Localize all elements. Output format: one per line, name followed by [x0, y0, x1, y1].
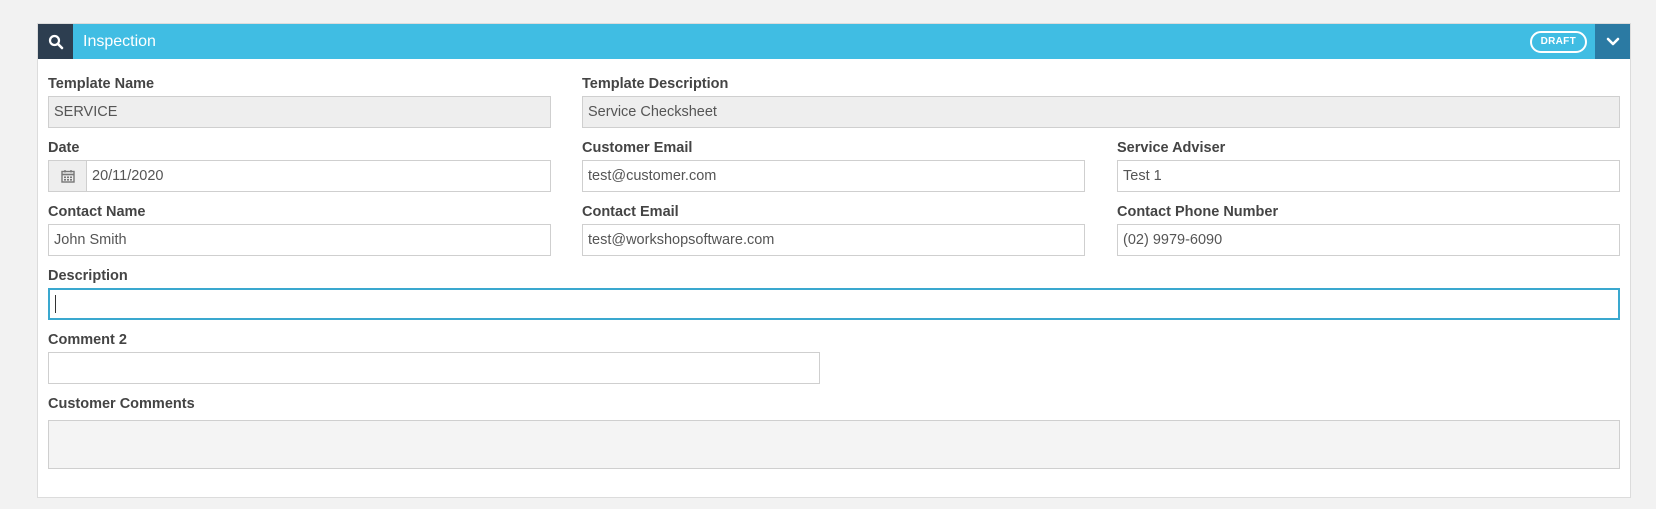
template-name-label: Template Name	[48, 76, 155, 92]
inspection-panel: Inspection DRAFT Template Name SERVICE T…	[37, 23, 1631, 498]
contact-name-label: Contact Name	[48, 204, 146, 220]
contact-email-label: Contact Email	[582, 204, 679, 220]
status-badge: DRAFT	[1529, 31, 1587, 53]
contact-phone-label: Contact Phone Number	[1117, 204, 1279, 220]
customer-comments-textarea[interactable]	[48, 420, 1620, 469]
template-name-field[interactable]: SERVICE	[48, 96, 551, 128]
comment-2-input[interactable]	[48, 352, 820, 384]
chevron-down-icon	[1606, 37, 1619, 45]
panel-header: Inspection DRAFT	[38, 24, 1630, 59]
template-description-label: Template Description	[582, 76, 729, 92]
date-input[interactable]: 20/11/2020	[86, 160, 551, 192]
description-input[interactable]	[48, 288, 1620, 320]
calendar-icon	[60, 170, 75, 183]
panel-title: Inspection	[83, 33, 156, 50]
contact-phone-input[interactable]: (02) 9979-6090	[1117, 224, 1620, 256]
customer-email-input[interactable]: test@customer.com	[582, 160, 1085, 192]
comment-2-label: Comment 2	[48, 332, 127, 348]
customer-email-label: Customer Email	[582, 140, 693, 156]
text-cursor	[55, 295, 56, 314]
template-description-field[interactable]: Service Checksheet	[582, 96, 1620, 128]
description-label: Description	[48, 268, 128, 284]
contact-email-input[interactable]: test@workshopsoftware.com	[582, 224, 1085, 256]
date-label: Date	[48, 140, 80, 156]
customer-comments-label: Customer Comments	[48, 396, 195, 412]
service-adviser-input[interactable]: Test 1	[1117, 160, 1620, 192]
search-button[interactable]	[38, 24, 73, 59]
service-adviser-label: Service Adviser	[1117, 140, 1226, 156]
collapse-toggle-button[interactable]	[1595, 24, 1630, 59]
contact-name-input[interactable]: John Smith	[48, 224, 551, 256]
search-icon	[48, 34, 63, 49]
date-picker-button[interactable]	[48, 160, 86, 192]
